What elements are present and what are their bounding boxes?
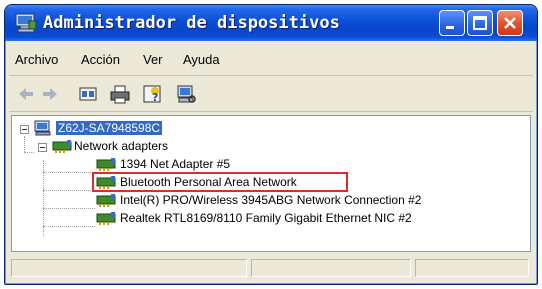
computer-icon bbox=[15, 13, 37, 33]
menu-ver[interactable]: Ver bbox=[143, 52, 163, 67]
highlight-box bbox=[92, 172, 348, 192]
tree-category-network-adapters[interactable]: Network adapters bbox=[34, 138, 234, 156]
menu-archivo[interactable]: Archivo bbox=[15, 52, 58, 67]
network-adapter-icon bbox=[96, 212, 116, 225]
close-icon bbox=[504, 17, 516, 29]
computer-name: Z62J-SA7948598C bbox=[56, 121, 163, 135]
collapse-icon[interactable] bbox=[38, 143, 47, 152]
network-adapter-icon bbox=[52, 140, 72, 153]
status-pane bbox=[251, 259, 411, 277]
forward-arrow-icon[interactable] bbox=[39, 83, 61, 105]
menu-accion[interactable]: Acción bbox=[81, 52, 120, 67]
device-label: 1394 Net Adapter #5 bbox=[120, 157, 231, 171]
status-pane bbox=[415, 259, 529, 277]
status-bar bbox=[9, 257, 533, 279]
tree-device-item[interactable]: Realtek RTL8169/8110 Family Gigabit Ethe… bbox=[96, 210, 516, 228]
network-adapter-icon bbox=[96, 194, 116, 207]
minimize-button[interactable] bbox=[439, 10, 465, 36]
title-bar[interactable]: Administrador de dispositivos bbox=[5, 5, 537, 41]
print-icon[interactable] bbox=[109, 83, 131, 105]
tree-root-node[interactable]: Z62J-SA7948598C bbox=[16, 120, 216, 138]
menu-ayuda[interactable]: Ayuda bbox=[183, 52, 220, 67]
device-manager-window: Administrador de dispositivos Archivo Ac… bbox=[4, 4, 538, 285]
device-label: Intel(R) PRO/Wireless 3945ABG Network Co… bbox=[120, 193, 422, 207]
device-label: Realtek RTL8169/8110 Family Gigabit Ethe… bbox=[120, 211, 412, 225]
toolbar: ? bbox=[9, 77, 533, 112]
maximize-icon bbox=[473, 16, 487, 30]
computer-icon bbox=[34, 120, 51, 136]
device-tree[interactable]: Z62J-SA7948598C Network adapters 1394 Ne… bbox=[11, 115, 531, 252]
maximize-button[interactable] bbox=[467, 10, 493, 36]
properties-icon[interactable] bbox=[77, 83, 99, 105]
help-icon[interactable]: ? bbox=[141, 83, 163, 105]
collapse-icon[interactable] bbox=[20, 125, 29, 134]
scan-hardware-icon[interactable] bbox=[175, 83, 197, 105]
menu-bar: Archivo Acción Ver Ayuda bbox=[9, 45, 533, 76]
network-adapter-icon bbox=[96, 158, 116, 171]
category-label: Network adapters bbox=[74, 139, 169, 153]
svg-text:?: ? bbox=[152, 91, 158, 104]
minimize-icon bbox=[446, 26, 454, 29]
status-pane bbox=[11, 259, 247, 277]
back-arrow-icon[interactable] bbox=[15, 83, 37, 105]
window-title: Administrador de dispositivos bbox=[43, 13, 340, 33]
tree-device-item[interactable]: Intel(R) PRO/Wireless 3945ABG Network Co… bbox=[96, 192, 516, 210]
close-button[interactable] bbox=[497, 10, 523, 36]
